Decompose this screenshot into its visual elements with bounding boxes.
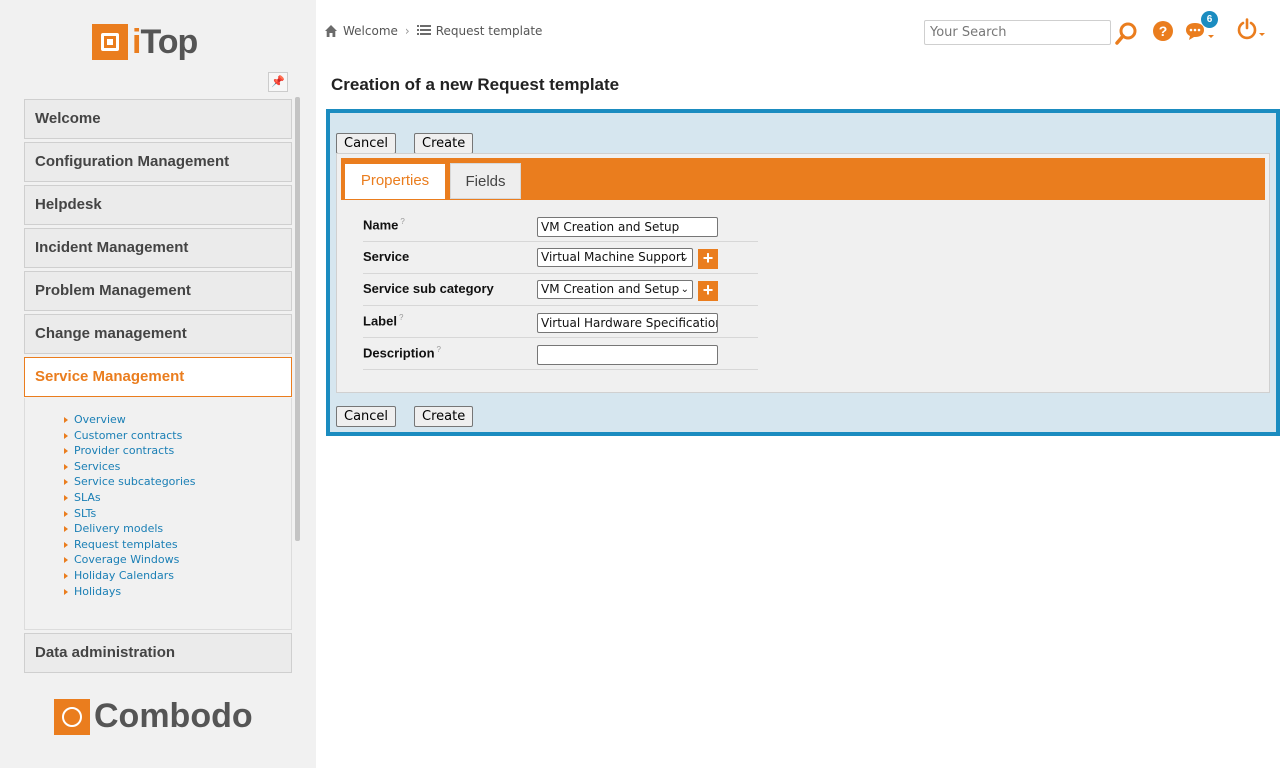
service-select[interactable]: Virtual Machine Support ⌄	[537, 248, 693, 267]
menu-group-welcome[interactable]: Welcome	[24, 99, 292, 139]
submenu-item-coverage-windows[interactable]: Coverage Windows	[62, 552, 291, 568]
field-row-description: Description?	[363, 338, 758, 370]
description-label: Description?	[363, 345, 441, 360]
submenu-item-overview[interactable]: Overview	[62, 412, 291, 428]
search-icon[interactable]	[1114, 22, 1138, 49]
label-label: Label?	[363, 313, 403, 328]
combodo-logo-icon	[54, 698, 90, 735]
label-label-text: Label	[363, 313, 397, 329]
combodo-logo-text: Combodo	[94, 697, 253, 735]
chevron-down-icon: ⌄	[680, 252, 689, 263]
service-subcategory-select-value: VM Creation and Setup	[541, 282, 680, 296]
submenu-item-service-subcategories[interactable]: Service subcategories	[62, 474, 291, 490]
tab-fields[interactable]: Fields	[450, 163, 521, 199]
help-mark-icon[interactable]: ?	[399, 313, 403, 322]
help-icon[interactable]: ?	[1153, 21, 1173, 44]
cancel-button-bottom[interactable]: Cancel	[336, 406, 397, 427]
request-template-form: Cancel Create Properties Fields Name? VM…	[326, 109, 1280, 436]
help-mark-icon[interactable]: ?	[437, 345, 441, 354]
svg-text:?: ?	[1159, 23, 1168, 39]
global-search-input[interactable]	[924, 20, 1111, 45]
cancel-button-top[interactable]: Cancel	[336, 133, 397, 154]
submenu-item-customer-contracts[interactable]: Customer contracts	[62, 428, 291, 444]
service-select-value: Virtual Machine Support	[541, 250, 686, 264]
add-service-button[interactable]: +	[698, 249, 718, 269]
service-subcategory-select[interactable]: VM Creation and Setup ⌄	[537, 280, 693, 299]
combodo-logo: Combodo	[54, 697, 253, 736]
menu-scrollbar[interactable]	[295, 97, 300, 541]
breadcrumb-request-template[interactable]: Request template	[436, 24, 543, 38]
field-row-name: Name? VM Creation and Setup	[363, 210, 758, 242]
service-management-submenu: Overview Customer contracts Provider con…	[24, 398, 292, 630]
description-label-text: Description	[363, 345, 435, 361]
list-icon	[416, 24, 431, 39]
add-service-subcategory-button[interactable]: +	[698, 281, 718, 301]
tab-properties[interactable]: Properties	[345, 164, 445, 199]
submenu-item-delivery-models[interactable]: Delivery models	[62, 521, 291, 537]
itop-logo-icon	[92, 24, 128, 60]
itop-logo-text: iTop	[132, 22, 198, 61]
help-mark-icon[interactable]: ?	[400, 217, 404, 226]
home-icon	[324, 24, 338, 38]
menu-group-problem-management[interactable]: Problem Management	[24, 271, 292, 311]
submenu-item-holidays[interactable]: Holidays	[62, 584, 291, 600]
field-row-service: Service Virtual Machine Support ⌄ +	[363, 242, 758, 274]
submenu-item-request-templates[interactable]: Request templates	[62, 537, 291, 553]
breadcrumb: Welcome › Request template	[324, 22, 542, 40]
menu-group-change-management[interactable]: Change management	[24, 314, 292, 354]
notification-count-badge: 6	[1201, 11, 1218, 28]
form-panel: Properties Fields Name? VM Creation and …	[336, 153, 1270, 393]
menu-group-helpdesk[interactable]: Helpdesk	[24, 185, 292, 225]
pin-menu-icon[interactable]: 📌	[268, 72, 288, 92]
label-input[interactable]: Virtual Hardware Specifications	[537, 313, 718, 333]
chevron-right-icon: ›	[404, 24, 410, 38]
create-button-bottom[interactable]: Create	[414, 406, 474, 427]
breadcrumb-welcome-link[interactable]: Welcome	[343, 24, 398, 38]
menu-group-data-administration[interactable]: Data administration	[24, 633, 292, 673]
power-icon[interactable]	[1237, 18, 1267, 43]
left-navigation-pane: iTop 📌 Welcome Configuration Management …	[0, 0, 316, 768]
name-input[interactable]: VM Creation and Setup	[537, 217, 718, 237]
menu-group-configuration-management[interactable]: Configuration Management	[24, 142, 292, 182]
submenu-item-slas[interactable]: SLAs	[62, 490, 291, 506]
create-button-top[interactable]: Create	[414, 133, 474, 154]
description-input[interactable]	[537, 345, 718, 365]
menu-group-service-management[interactable]: Service Management	[24, 357, 292, 397]
submenu-item-services[interactable]: Services	[62, 459, 291, 475]
page-title: Creation of a new Request template	[331, 75, 620, 94]
submenu-item-provider-contracts[interactable]: Provider contracts	[62, 443, 291, 459]
name-label-text: Name	[363, 217, 399, 233]
field-row-service-subcategory: Service sub category VM Creation and Set…	[363, 274, 758, 306]
service-subcategory-label: Service sub category	[363, 281, 494, 296]
menu-group-incident-management[interactable]: Incident Management	[24, 228, 292, 268]
chevron-down-icon: ⌄	[680, 284, 689, 295]
submenu-item-slts[interactable]: SLTs	[62, 506, 291, 522]
service-label: Service	[363, 249, 410, 264]
submenu-item-holiday-calendars[interactable]: Holiday Calendars	[62, 568, 291, 584]
itop-logo[interactable]: iTop	[92, 22, 198, 62]
field-row-label: Label? Virtual Hardware Specifications	[363, 306, 758, 338]
name-label: Name?	[363, 217, 405, 232]
tab-bar: Properties Fields	[341, 158, 1265, 200]
